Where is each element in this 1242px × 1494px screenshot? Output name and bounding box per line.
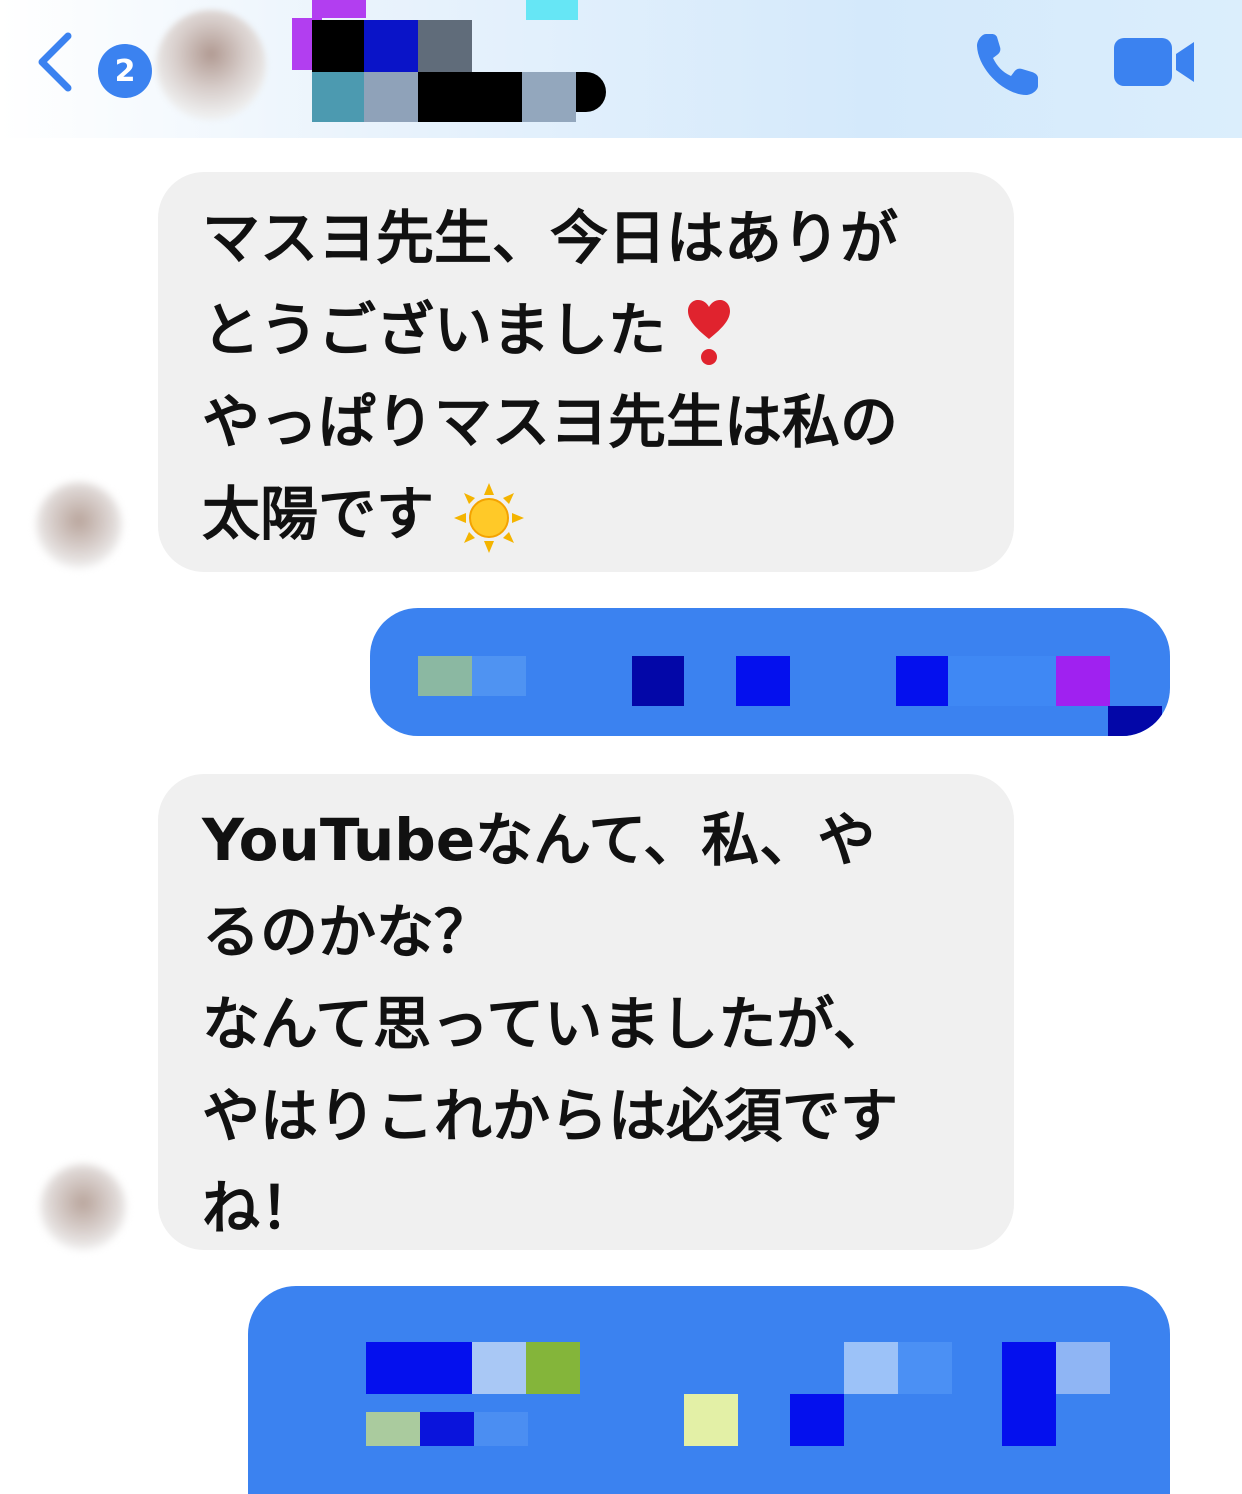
- chevron-left-icon: [38, 32, 72, 92]
- outgoing-message-redacted[interactable]: [370, 608, 1170, 736]
- message-line: ね！: [202, 1174, 319, 1242]
- audio-call-button[interactable]: [972, 28, 1044, 100]
- outgoing-message-redacted[interactable]: [248, 1286, 1170, 1494]
- message-line: YouTubeなんて、私、や: [202, 806, 876, 874]
- message-line: 太陽です: [202, 468, 984, 560]
- sender-avatar[interactable]: [36, 482, 122, 568]
- sun-icon: [454, 482, 525, 553]
- message-line: なんて思っていましたが、: [202, 990, 892, 1058]
- incoming-message[interactable]: マスヨ先生、今日はありが とうございました やっぱりマスヨ先生は私の 太陽です: [158, 172, 1014, 572]
- incoming-message[interactable]: YouTubeなんて、私、や るのかな？ なんて思っていましたが、 やはりこれか…: [158, 774, 1014, 1250]
- message-line: るのかな？: [202, 898, 493, 966]
- message-line: やはりこれからは必須です: [202, 1082, 899, 1150]
- back-button[interactable]: 2: [28, 28, 152, 98]
- message-line: マスヨ先生、今日はありが: [202, 204, 899, 272]
- video-call-button[interactable]: [1112, 34, 1196, 90]
- heart-exclamation-icon: [688, 299, 731, 365]
- message-line: やっぱりマスヨ先生は私の: [202, 388, 899, 456]
- unread-count-badge: 2: [98, 44, 152, 98]
- contact-avatar[interactable]: [156, 10, 266, 120]
- message-line: とうございました: [202, 284, 984, 376]
- video-camera-icon: [1114, 38, 1194, 86]
- chat-header: 2: [0, 0, 1242, 138]
- contact-name-redacted[interactable]: [292, 0, 632, 128]
- phone-icon: [977, 34, 1038, 95]
- sender-avatar[interactable]: [40, 1164, 126, 1250]
